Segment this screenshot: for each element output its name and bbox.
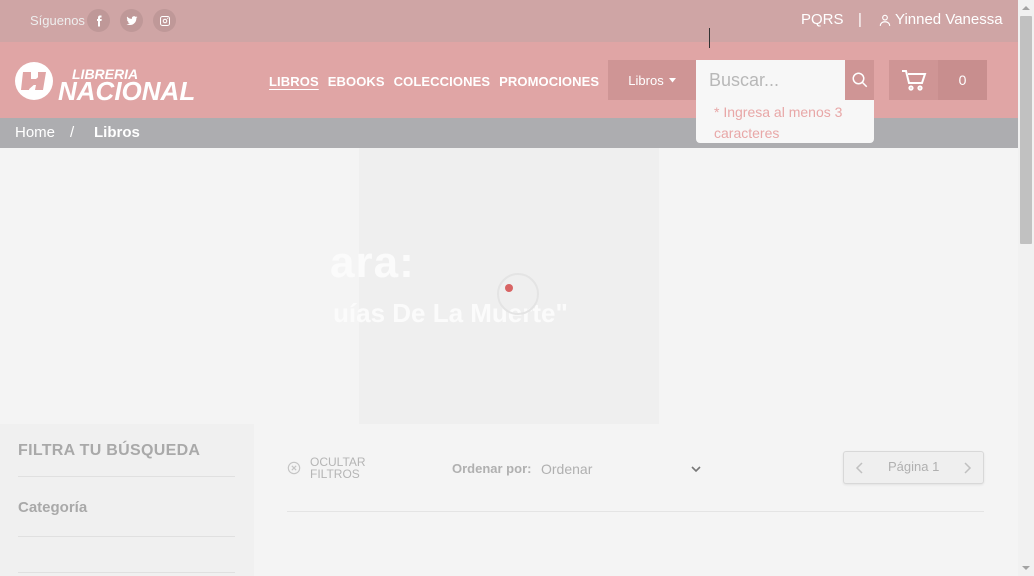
filter-sidebar: FILTRA TU BÚSQUEDA Categoría bbox=[0, 424, 254, 576]
nav-item-promociones[interactable]: PROMOCIONES bbox=[499, 74, 599, 89]
user-icon bbox=[879, 14, 891, 26]
sort-label: Ordenar por: bbox=[452, 461, 532, 476]
nav-item-ebooks[interactable]: EBOOKS bbox=[328, 74, 385, 89]
twitter-icon[interactable] bbox=[120, 9, 143, 32]
divider bbox=[18, 476, 235, 477]
category-filter-toggle[interactable]: Categoría bbox=[18, 499, 87, 516]
hide-filters-button[interactable]: OCULTAR FILTROS bbox=[287, 456, 366, 480]
topbar-separator: | bbox=[858, 11, 862, 28]
user-name: Yinned Vanessa bbox=[895, 11, 1003, 28]
scroll-down-arrow-icon[interactable] bbox=[1021, 563, 1031, 573]
pagination-prev-button[interactable] bbox=[852, 460, 866, 476]
chevron-right-icon bbox=[964, 462, 972, 474]
top-bar: Síguenos PQRS | Yinned Vanessa bbox=[0, 0, 1018, 42]
instagram-icon[interactable] bbox=[153, 9, 176, 32]
close-circle-icon bbox=[287, 461, 301, 475]
sort-select[interactable]: Ordenar bbox=[541, 459, 702, 479]
cart-count[interactable]: 0 bbox=[938, 60, 987, 100]
cart-button[interactable] bbox=[889, 60, 938, 100]
chevron-down-icon bbox=[691, 466, 701, 473]
divider bbox=[18, 536, 235, 537]
pqrs-link[interactable]: PQRS bbox=[801, 11, 844, 28]
nav-item-libros[interactable]: LIBROS bbox=[269, 74, 319, 89]
facebook-icon[interactable] bbox=[87, 9, 110, 32]
pagination-label: Página 1 bbox=[888, 459, 940, 474]
scrollbar-thumb[interactable] bbox=[1020, 16, 1032, 244]
loading-spinner bbox=[497, 273, 539, 315]
pagination-next-button[interactable] bbox=[961, 460, 975, 476]
search-category-label: Libros bbox=[628, 72, 664, 88]
loading-spinner-dot bbox=[505, 284, 513, 292]
cart-icon bbox=[901, 70, 926, 91]
hide-filters-label-2: FILTROS bbox=[310, 467, 360, 481]
divider bbox=[18, 572, 235, 573]
follow-us-label: Síguenos bbox=[30, 13, 85, 28]
nav-item-colecciones[interactable]: COLECCIONES bbox=[394, 74, 490, 89]
chevron-left-icon bbox=[855, 462, 863, 474]
user-account-link[interactable]: Yinned Vanessa bbox=[878, 11, 1003, 28]
filter-title: FILTRA TU BÚSQUEDA bbox=[18, 442, 201, 459]
text-cursor bbox=[709, 28, 710, 48]
search-hint: * Ingresa al menos 3 caracteres bbox=[696, 100, 874, 143]
banner-title: ara: bbox=[330, 238, 415, 287]
breadcrumb-home[interactable]: Home bbox=[15, 124, 55, 141]
search-icon bbox=[852, 72, 867, 88]
search-input[interactable] bbox=[696, 60, 845, 100]
search-category-dropdown[interactable]: Libros bbox=[608, 60, 696, 100]
search-button[interactable] bbox=[845, 60, 874, 100]
breadcrumb-current: Libros bbox=[94, 124, 140, 141]
scroll-up-arrow-icon[interactable] bbox=[1021, 3, 1031, 13]
libreria-nacional-logo[interactable]: LIBRERIA NACIONAL bbox=[14, 60, 219, 106]
results-divider bbox=[287, 511, 984, 512]
caret-down-icon bbox=[668, 77, 676, 82]
main-nav: LIBROS EBOOKS COLECCIONES PROMOCIONES BO bbox=[269, 74, 628, 89]
svg-text:NACIONAL: NACIONAL bbox=[58, 76, 195, 102]
pagination: Página 1 bbox=[843, 451, 984, 484]
sort-selected-value: Ordenar bbox=[541, 461, 593, 477]
breadcrumb-separator: / bbox=[70, 124, 75, 141]
